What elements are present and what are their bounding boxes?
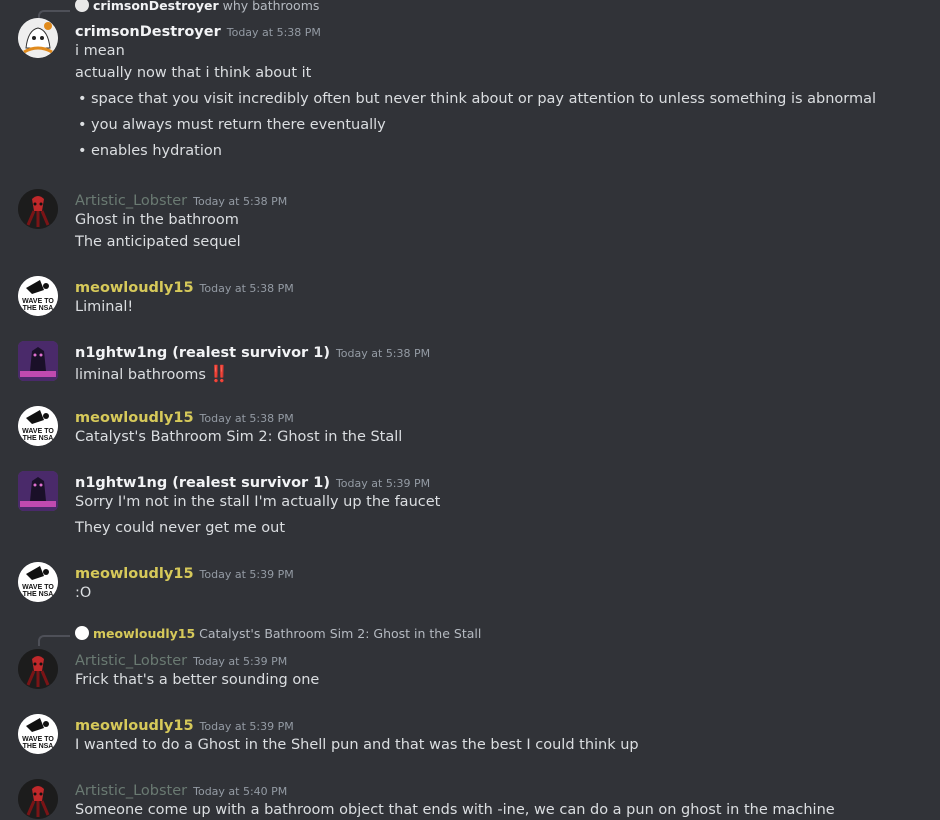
reply-text: why bathrooms — [222, 0, 320, 13]
avatar-text: WAVE TO — [22, 428, 54, 435]
reply-author[interactable]: meowloudly15 — [93, 626, 195, 641]
timestamp[interactable]: Today at 5:38 PM — [336, 347, 430, 360]
timestamp[interactable]: Today at 5:38 PM — [227, 26, 321, 39]
message-text: The anticipated sequel — [75, 234, 241, 250]
message-text: They could never get me out — [75, 520, 286, 536]
reply-preview[interactable]: crimsonDestroyer why bathrooms — [75, 0, 319, 18]
reply-preview[interactable]: meowloudly15 Catalyst's Bathroom Sim 2: … — [75, 626, 481, 646]
username[interactable]: Artistic_Lobster — [75, 783, 187, 799]
avatar[interactable] — [18, 18, 58, 58]
message-text-content: liminal bathrooms — [75, 367, 206, 383]
avatar-text: THE NSA — [23, 743, 54, 750]
reply-spine — [38, 635, 70, 646]
username[interactable]: n1ghtw1ng (realest survivor 1) — [75, 475, 330, 491]
list-item-text: space that you visit incredibly often bu… — [91, 91, 877, 107]
avatar-text: THE NSA — [23, 435, 54, 442]
avatar[interactable] — [18, 341, 58, 381]
avatar-text: WAVE TO — [22, 584, 54, 591]
message-text: Ghost in the bathroom — [75, 212, 239, 228]
timestamp[interactable]: Today at 5:39 PM — [200, 720, 294, 733]
timestamp[interactable]: Today at 5:38 PM — [200, 412, 294, 425]
username[interactable]: n1ghtw1ng (realest survivor 1) — [75, 345, 330, 361]
chat-log: crimsonDestroyer why bathrooms crimsonDe… — [0, 0, 940, 820]
timestamp[interactable]: Today at 5:38 PM — [200, 282, 294, 295]
username[interactable]: meowloudly15 — [75, 566, 194, 582]
message-text: actually now that i think about it — [75, 65, 312, 81]
reply-author[interactable]: crimsonDestroyer — [93, 0, 219, 13]
message-text: I wanted to do a Ghost in the Shell pun … — [75, 737, 639, 753]
message-header: meowloudly15 Today at 5:39 PM — [75, 563, 294, 582]
message-text: Frick that's a better sounding one — [75, 672, 320, 688]
timestamp[interactable]: Today at 5:40 PM — [193, 785, 287, 798]
list-item-text: you always must return there eventually — [91, 117, 386, 133]
message-header: n1ghtw1ng (realest survivor 1) Today at 5… — [75, 472, 430, 491]
message-header: meowloudly15 Today at 5:39 PM — [75, 715, 294, 734]
message-text: Sorry I'm not in the stall I'm actually … — [75, 494, 441, 510]
message-text: Someone come up with a bathroom object t… — [75, 802, 835, 818]
avatar-text: WAVE TO — [22, 298, 54, 305]
message-text: liminal bathrooms ‼️ — [75, 364, 229, 383]
message-header: Artistic_Lobster Today at 5:38 PM — [75, 190, 287, 209]
avatar[interactable] — [18, 471, 58, 511]
avatar[interactable]: WAVE TO THE NSA — [18, 406, 58, 446]
avatar[interactable] — [18, 779, 58, 819]
username[interactable]: meowloudly15 — [75, 718, 194, 734]
username[interactable]: meowloudly15 — [75, 280, 194, 296]
list-item-text: enables hydration — [91, 143, 222, 159]
message-text: Liminal! — [75, 299, 134, 315]
avatar[interactable] — [18, 189, 58, 229]
timestamp[interactable]: Today at 5:38 PM — [193, 195, 287, 208]
timestamp[interactable]: Today at 5:39 PM — [336, 477, 430, 490]
username[interactable]: Artistic_Lobster — [75, 193, 187, 209]
avatar[interactable]: WAVE TO THE NSA — [18, 714, 58, 754]
double-exclamation-emoji[interactable]: ‼️ — [209, 364, 229, 383]
avatar[interactable] — [18, 649, 58, 689]
reply-avatar — [75, 0, 89, 12]
message-text: :O — [75, 585, 92, 601]
avatar[interactable]: WAVE TO THE NSA — [18, 276, 58, 316]
message-header: n1ghtw1ng (realest survivor 1) Today at 5… — [75, 342, 430, 361]
message-header: meowloudly15 Today at 5:38 PM — [75, 277, 294, 296]
message-header: Artistic_Lobster Today at 5:40 PM — [75, 780, 287, 799]
message-header: meowloudly15 Today at 5:38 PM — [75, 407, 294, 426]
message-text: i mean — [75, 43, 125, 59]
timestamp[interactable]: Today at 5:39 PM — [200, 568, 294, 581]
avatar-text: WAVE TO — [22, 736, 54, 743]
username[interactable]: meowloudly15 — [75, 410, 194, 426]
reply-text: Catalyst's Bathroom Sim 2: Ghost in the … — [199, 626, 482, 641]
message-text: Catalyst's Bathroom Sim 2: Ghost in the … — [75, 429, 403, 445]
avatar[interactable]: WAVE TO THE NSA — [18, 562, 58, 602]
avatar-text: THE NSA — [23, 305, 54, 312]
timestamp[interactable]: Today at 5:39 PM — [193, 655, 287, 668]
reply-avatar — [75, 626, 89, 640]
username[interactable]: Artistic_Lobster — [75, 653, 187, 669]
avatar-text: THE NSA — [23, 591, 54, 598]
username[interactable]: crimsonDestroyer — [75, 24, 221, 40]
message-header: crimsonDestroyer Today at 5:38 PM — [75, 21, 321, 40]
message-header: Artistic_Lobster Today at 5:39 PM — [75, 650, 287, 669]
